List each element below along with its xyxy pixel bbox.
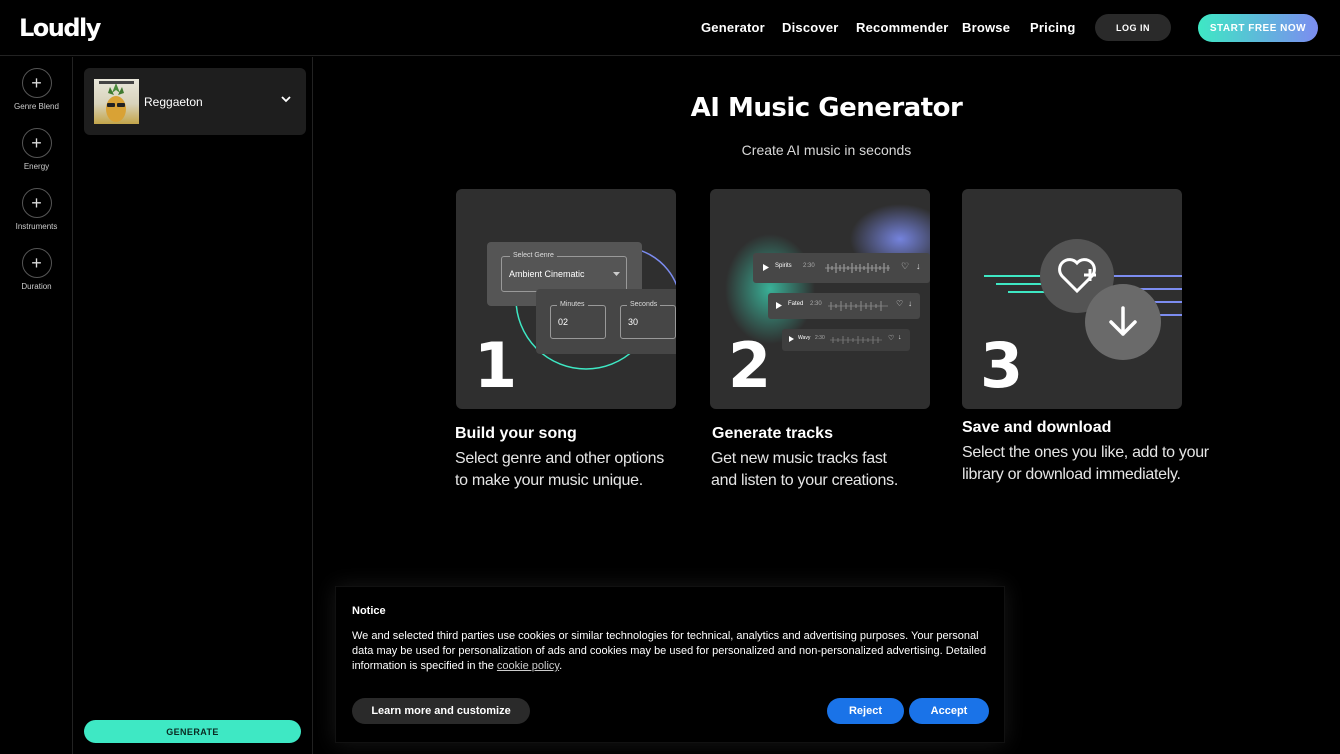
step-desc-line: Select genre and other options — [455, 450, 664, 467]
step-desc-line: Select the ones you like, add to your — [962, 444, 1209, 461]
waveform — [830, 336, 882, 344]
nav-generator[interactable]: Generator — [701, 20, 765, 35]
start-free-button[interactable]: START FREE NOW — [1198, 14, 1318, 42]
genre-select: Select Genre Ambient Cinematic — [501, 252, 627, 292]
step-title: Generate tracks — [712, 425, 833, 442]
generate-button[interactable]: GENERATE — [84, 720, 301, 743]
login-button[interactable]: LOG IN — [1095, 14, 1171, 41]
plus-icon[interactable]: + — [21, 188, 52, 218]
heart-icon: ♡ — [901, 261, 910, 271]
download-arrow-icon — [1085, 284, 1161, 360]
step-card-build: Select Genre Ambient Cinematic Minutes 0… — [456, 189, 676, 409]
play-icon — [763, 264, 769, 271]
step-desc-line: Get new music tracks fast — [711, 450, 887, 467]
step-card-save: 3 — [962, 189, 1182, 409]
play-icon — [776, 302, 782, 309]
genre-selector[interactable]: Reggaeton — [84, 68, 306, 135]
plus-icon[interactable]: + — [21, 68, 52, 98]
chevron-down-icon[interactable] — [280, 92, 292, 110]
option-rail: + Genre Blend + Energy + Instruments + D… — [0, 57, 73, 754]
heart-icon: ♡ — [896, 299, 904, 308]
minutes-value: 02 — [558, 317, 569, 327]
cookie-title: Notice — [352, 605, 386, 617]
rail-item-genre-blend[interactable]: + Genre Blend — [0, 68, 73, 111]
pineapple-image — [99, 81, 134, 122]
rail-label: Instruments — [15, 222, 58, 231]
genre-thumbnail — [94, 79, 139, 124]
rail-label: Genre Blend — [14, 102, 59, 111]
minutes-label: Minutes — [557, 301, 588, 308]
waveform — [828, 301, 888, 311]
download-icon: ↓ — [916, 261, 921, 271]
step-desc-line: and listen to your creations. — [711, 472, 898, 489]
cookie-policy-link[interactable]: cookie policy — [497, 660, 559, 672]
step-desc-line: to make your music unique. — [455, 472, 643, 489]
rail-label: Duration — [21, 282, 52, 291]
select-value: Ambient Cinematic — [509, 269, 585, 279]
seconds-field: Seconds 30 — [620, 301, 676, 339]
cookie-notice: Notice We and selected third parties use… — [335, 586, 1005, 743]
step-description: Select genre and other options to make y… — [455, 448, 664, 492]
track-row: Spirits 2:30 ♡ ↓ — [753, 253, 930, 283]
duration-mock: Minutes 02 Seconds 30 — [536, 289, 676, 354]
page-title: AI Music Generator — [690, 93, 963, 123]
track-name: Fated — [788, 301, 804, 307]
accept-button[interactable]: Accept — [909, 698, 989, 724]
heart-icon: ♡ — [888, 335, 895, 342]
seconds-label: Seconds — [627, 301, 661, 308]
step-title: Save and download — [962, 419, 1112, 436]
nav-pricing[interactable]: Pricing — [1030, 20, 1075, 35]
rail-label: Energy — [23, 162, 50, 171]
step-description: Get new music tracks fast and listen to … — [711, 448, 898, 492]
rail-item-energy[interactable]: + Energy — [0, 128, 73, 171]
cookie-text: We and selected third parties use cookie… — [352, 629, 992, 674]
nav-recommender[interactable]: Recommender — [856, 20, 949, 35]
plus-icon[interactable]: + — [21, 248, 52, 278]
download-icon: ↓ — [898, 334, 902, 341]
logo[interactable]: Loudly — [19, 14, 101, 42]
cookie-suffix: . — [559, 660, 563, 672]
plus-icon[interactable]: + — [21, 128, 52, 158]
track-time: 2:30 — [815, 335, 825, 341]
step-number: 1 — [474, 329, 518, 402]
track-name: Spirits — [775, 263, 792, 269]
rail-item-instruments[interactable]: + Instruments — [0, 188, 73, 231]
minutes-field: Minutes 02 — [550, 301, 606, 339]
page-subtitle: Create AI music in seconds — [741, 142, 912, 158]
nav-discover[interactable]: Discover — [782, 20, 839, 35]
track-time: 2:30 — [810, 301, 822, 307]
options-panel: Reggaeton GENERATE — [73, 57, 313, 754]
reject-button[interactable]: Reject — [827, 698, 904, 724]
cookie-body: We and selected third parties use cookie… — [352, 630, 987, 672]
select-label: Select Genre — [510, 252, 557, 259]
play-icon — [789, 336, 794, 342]
track-row: Wavy 2:30 ♡ ↓ — [782, 329, 910, 351]
seconds-value: 30 — [628, 317, 639, 327]
track-time: 2:30 — [803, 263, 815, 269]
track-name: Wavy — [798, 335, 811, 341]
genre-name: Reggaeton — [144, 95, 203, 109]
track-row: Fated 2:30 ♡ ↓ — [768, 293, 920, 319]
step-title: Build your song — [455, 425, 577, 442]
rail-item-duration[interactable]: + Duration — [0, 248, 73, 291]
waveform — [825, 263, 890, 273]
step-card-generate: Spirits 2:30 ♡ ↓ Fated 2:30 ♡ ↓ Wavy 2:3… — [710, 189, 930, 409]
step-description: Select the ones you like, add to your li… — [962, 442, 1209, 486]
download-icon: ↓ — [908, 299, 912, 308]
step-number: 2 — [728, 329, 772, 402]
caret-down-icon — [613, 272, 620, 276]
step-desc-line: library or download immediately. — [962, 466, 1181, 483]
top-navbar: Loudly Generator Discover Recommender Br… — [0, 0, 1340, 56]
nav-browse[interactable]: Browse — [962, 20, 1010, 35]
step-number: 3 — [980, 329, 1024, 402]
learn-more-button[interactable]: Learn more and customize — [352, 698, 530, 724]
